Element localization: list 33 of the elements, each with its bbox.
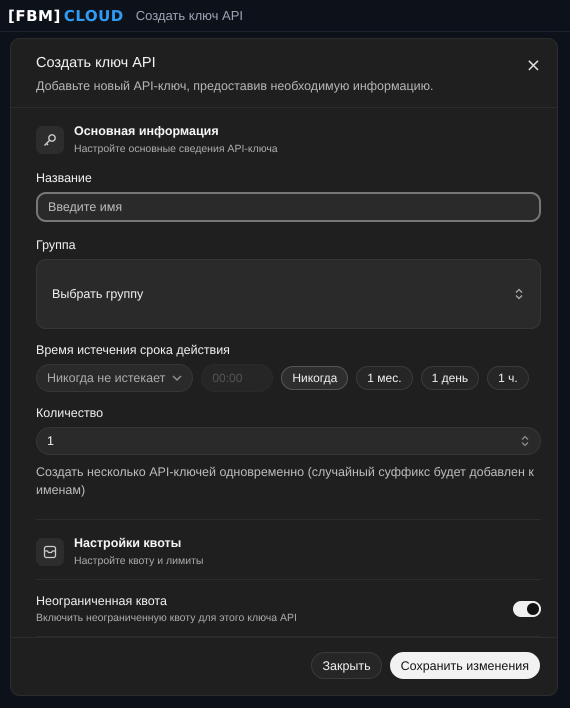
section-title: Настройки квоты bbox=[74, 536, 182, 550]
close-button[interactable]: × bbox=[522, 55, 545, 77]
page-title: Создать ключ API bbox=[136, 8, 243, 23]
count-input-field[interactable]: 1 bbox=[36, 427, 541, 455]
dialog-title: Создать ключ API bbox=[36, 55, 157, 71]
field-label: Количество bbox=[36, 406, 104, 420]
preset-button[interactable]: 1 мес. bbox=[356, 366, 413, 390]
save-button[interactable]: Сохранить изменения bbox=[390, 652, 540, 679]
field-label: Название bbox=[36, 171, 93, 185]
chevron-updown-icon bbox=[520, 435, 530, 447]
section-subtitle: Настройте основные сведения API-ключа bbox=[74, 143, 278, 155]
section-title: Основная информация bbox=[74, 124, 220, 138]
chevron-updown-icon bbox=[514, 288, 524, 300]
name-input-field[interactable]: Введите имя bbox=[36, 192, 541, 222]
expiry-select[interactable]: Никогда не истекает bbox=[36, 364, 194, 392]
preset-button[interactable]: Никогда bbox=[281, 366, 348, 390]
field-hint: Создать несколько API-ключей одновременно (случайный суффикс будет добавлен к именам) bbox=[36, 464, 535, 499]
chevron-down-icon bbox=[172, 375, 182, 381]
preset-button[interactable]: 1 день bbox=[420, 366, 480, 390]
setting-description: Включить неограниченную квоту для этого ключа API bbox=[36, 612, 297, 624]
section-subtitle: Настройте квоту и лимиты bbox=[74, 555, 204, 567]
toggle-switch[interactable] bbox=[513, 601, 541, 617]
field-label: Группа bbox=[36, 238, 77, 252]
field-label: Время истечения срока действия bbox=[36, 343, 231, 357]
close-button[interactable]: Закрыть bbox=[311, 652, 382, 679]
logo-text: [FBM] bbox=[8, 6, 61, 24]
dialog-subtitle: Добавьте новый API-ключ, предоставив необходимую информацию. bbox=[36, 79, 434, 93]
preset-button[interactable]: 1 ч. bbox=[487, 366, 529, 390]
key-icon bbox=[36, 126, 64, 154]
group-select[interactable]: Выбрать группу bbox=[36, 259, 541, 329]
logo-text: CLOUD bbox=[64, 6, 124, 24]
setting-label: Неограниченная квота bbox=[36, 594, 168, 608]
inbox-icon bbox=[36, 538, 64, 566]
